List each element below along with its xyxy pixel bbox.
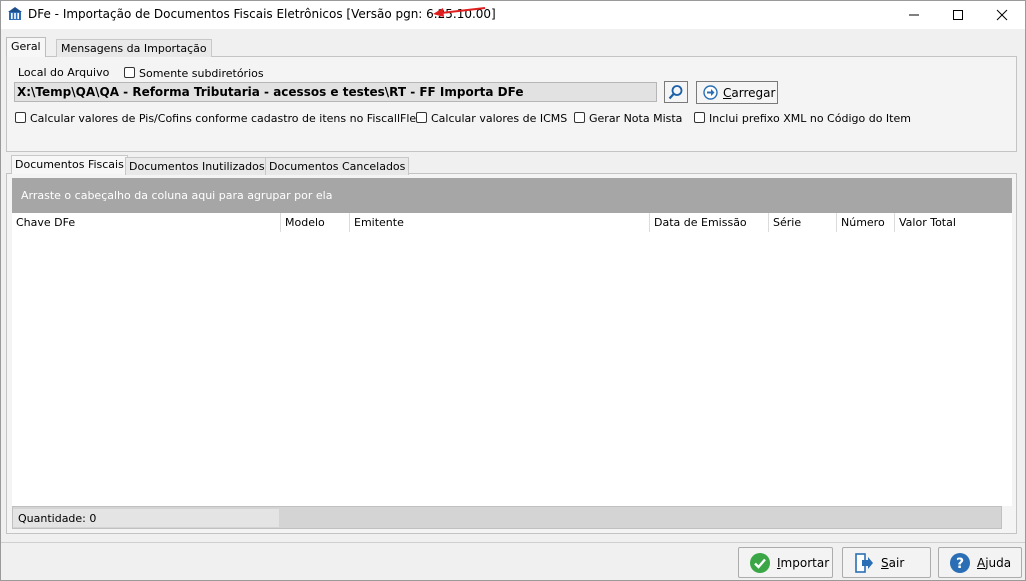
somente-subdiretorios-checkbox[interactable]: [124, 67, 135, 78]
grid-column-header: Chave DFe Modelo Emitente Data de Emissã…: [12, 213, 1012, 233]
browse-button[interactable]: [664, 81, 688, 103]
minimize-icon: [909, 14, 919, 16]
tab-documentos-inutilizados[interactable]: Documentos Inutilizados: [125, 157, 269, 175]
app-building-icon: [8, 7, 22, 20]
documents-grid[interactable]: [12, 213, 1012, 506]
col-serie[interactable]: Série: [769, 213, 837, 232]
svg-text:?: ?: [956, 556, 964, 572]
importar-button[interactable]: Importar: [738, 547, 833, 578]
maximize-button[interactable]: [935, 1, 981, 29]
check-circle-icon: [750, 552, 770, 573]
sair-label: Sair: [881, 555, 905, 570]
calc-pis-cofins-checkbox[interactable]: [15, 112, 26, 123]
minimize-button[interactable]: [891, 1, 937, 29]
somente-subdiretorios-label: Somente subdiretórios: [139, 67, 264, 80]
group-by-bar[interactable]: Arraste o cabeçalho da coluna aqui para …: [12, 178, 1012, 213]
gerar-nota-mista-checkbox[interactable]: [574, 112, 585, 123]
ajuda-label: Ajuda: [977, 555, 1012, 570]
tab-documentos-fiscais[interactable]: Documentos Fiscais: [11, 155, 128, 174]
col-emitente[interactable]: Emitente: [350, 213, 650, 232]
magnifier-icon: [668, 85, 683, 100]
importar-label: Importar: [777, 555, 830, 570]
sair-button[interactable]: Sair: [842, 547, 931, 578]
maximize-icon: [953, 10, 963, 20]
tab-geral[interactable]: Geral: [6, 37, 46, 57]
tab-mensagens-importacao[interactable]: Mensagens da Importação: [56, 39, 212, 57]
calc-pis-cofins-label: Calcular valores de Pis/Cofins conforme …: [30, 112, 423, 125]
tab-documentos-cancelados[interactable]: Documentos Cancelados: [265, 157, 410, 175]
help-question-icon: ?: [950, 552, 970, 573]
col-modelo[interactable]: Modelo: [281, 213, 350, 232]
calc-icms-label: Calcular valores de ICMS: [431, 112, 568, 125]
red-arrow-icon: [433, 7, 486, 17]
prefixo-xml-label: Inclui prefixo XML no Código do Item: [709, 112, 911, 125]
close-button[interactable]: [979, 1, 1025, 29]
prefixo-xml-checkbox[interactable]: [694, 112, 705, 123]
col-valor-total[interactable]: Valor Total: [895, 213, 1012, 232]
close-icon: [996, 9, 1008, 21]
ajuda-button[interactable]: ? Ajuda: [938, 547, 1022, 578]
exit-door-icon: [855, 552, 873, 573]
gerar-nota-mista-label: Gerar Nota Mista: [589, 112, 683, 125]
carregar-button[interactable]: Carregar: [696, 81, 778, 104]
col-numero[interactable]: Número: [837, 213, 895, 232]
arrow-right-circle-icon: [703, 85, 718, 100]
col-chave-dfe[interactable]: Chave DFe: [12, 213, 281, 232]
col-data-emissao[interactable]: Data de Emissão: [650, 213, 769, 232]
calc-icms-checkbox[interactable]: [416, 112, 427, 123]
local-arquivo-label: Local do Arquivo: [18, 66, 110, 79]
carregar-label: Carregar: [723, 85, 776, 100]
window-title: DFe - Importação de Documentos Fiscais E…: [28, 7, 496, 21]
divider: [1, 542, 1025, 543]
quantity-label: Quantidade: 0: [13, 509, 279, 527]
file-path-input[interactable]: X:\Temp\QA\QA - Reforma Tributaria - ace…: [14, 82, 657, 102]
